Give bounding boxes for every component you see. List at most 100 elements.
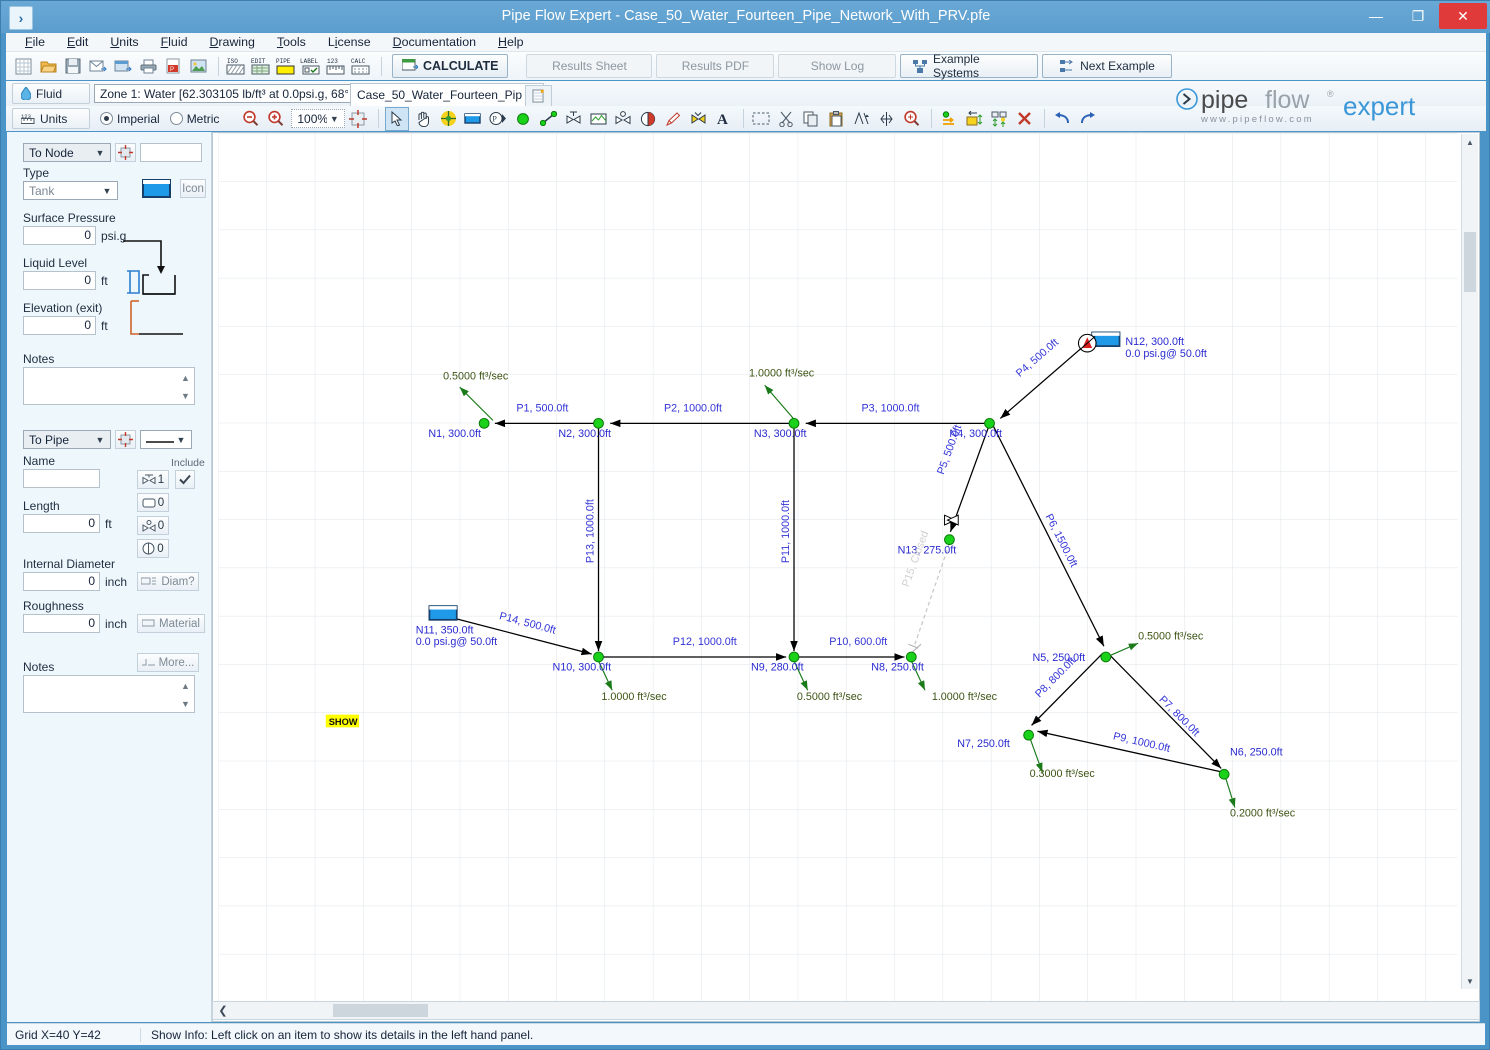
tank-tool-icon[interactable] xyxy=(462,108,484,130)
node-tool-icon[interactable] xyxy=(512,108,534,130)
new-file-icon[interactable] xyxy=(12,55,34,77)
pipe-controlvalve-count[interactable]: 0 xyxy=(137,516,169,535)
zoom-selection-icon[interactable] xyxy=(900,108,922,130)
export-icon[interactable] xyxy=(112,55,134,77)
text-tool-icon[interactable]: A xyxy=(712,108,734,130)
distribute-icon[interactable] xyxy=(988,108,1010,130)
prv-tool-icon[interactable]: P xyxy=(487,108,509,130)
scroll-up-icon[interactable]: ▲ xyxy=(1462,134,1478,150)
edit-grid-icon[interactable]: EDIT xyxy=(250,55,272,77)
menu-item-tools[interactable]: Tools xyxy=(266,35,317,49)
network-diagram[interactable]: N1, 300.0ft N2, 300.0ft N3, 300.0ft N4, … xyxy=(213,133,1463,1003)
select-tool-icon[interactable] xyxy=(385,106,410,131)
insert-node-icon[interactable] xyxy=(938,108,960,130)
component-tool-icon[interactable] xyxy=(587,108,609,130)
results-pdf-button[interactable]: Results PDF xyxy=(656,54,775,78)
numbers-icon[interactable]: 123 xyxy=(325,55,347,77)
delete-icon[interactable] xyxy=(1013,108,1035,130)
node-name-input[interactable] xyxy=(140,143,202,162)
valve-tool-icon[interactable] xyxy=(562,108,584,130)
imperial-radio[interactable]: Imperial xyxy=(100,112,160,126)
flip-horizontal-icon[interactable] xyxy=(850,108,872,130)
horizontal-scroll-thumb[interactable] xyxy=(333,1004,428,1017)
pen-tool-icon[interactable] xyxy=(662,108,684,130)
open-folder-icon[interactable] xyxy=(37,55,59,77)
rotate-icon[interactable] xyxy=(875,108,897,130)
maximize-button[interactable]: ❐ xyxy=(1397,3,1439,29)
chevron-up-icon[interactable]: ▲ xyxy=(178,369,193,387)
align-nodes-icon[interactable] xyxy=(963,108,985,130)
elevation-input[interactable]: 0 xyxy=(23,316,96,335)
minimize-button[interactable]: — xyxy=(1355,3,1397,29)
scroll-down-icon[interactable]: ▼ xyxy=(1462,973,1478,989)
pipe-material-button[interactable]: Material xyxy=(137,614,205,633)
drawing-canvas[interactable]: N1, 300.0ft N2, 300.0ft N3, 300.0ft N4, … xyxy=(212,132,1480,1022)
node-type-select[interactable]: Tank ▼ xyxy=(23,181,118,200)
close-button[interactable]: ✕ xyxy=(1439,3,1487,29)
prv-symbol[interactable] xyxy=(1077,333,1097,353)
menu-item-drawing[interactable]: Drawing xyxy=(198,35,265,49)
metric-radio[interactable]: Metric xyxy=(169,112,219,126)
pipe-linestyle-select[interactable]: ▼ xyxy=(140,430,192,449)
menu-item-license[interactable]: License xyxy=(317,35,382,49)
node-notes-scrollbar[interactable]: ▲ ▼ xyxy=(178,369,193,405)
scroll-left-icon[interactable]: ❮ xyxy=(216,1003,230,1018)
redo-icon[interactable] xyxy=(1076,108,1098,130)
include-checkbox[interactable] xyxy=(175,470,195,489)
menu-item-help[interactable]: Help xyxy=(487,35,535,49)
node-icon-button[interactable]: Icon xyxy=(180,179,206,198)
pipe-diameter-input[interactable]: 0 xyxy=(23,572,100,591)
calc-icon[interactable]: CALC xyxy=(350,55,372,77)
email-icon[interactable] xyxy=(87,55,109,77)
label-icon[interactable]: LABEL xyxy=(300,55,322,77)
print-icon[interactable] xyxy=(137,55,159,77)
menu-item-documentation[interactable]: Documentation xyxy=(382,35,487,49)
pipe-notes-scrollbar[interactable]: ▲ ▼ xyxy=(178,677,193,713)
highlight-tool-icon[interactable] xyxy=(687,108,709,130)
image-export-icon[interactable] xyxy=(187,55,209,77)
tab-case50[interactable]: Case_50_Water_Fourteen_Pip ✕ xyxy=(350,83,545,106)
results-sheet-button[interactable]: Results Sheet xyxy=(526,54,653,78)
pipe-more-button[interactable]: More... xyxy=(137,653,199,672)
node-notes-textarea[interactable]: ▲ ▼ xyxy=(23,367,195,405)
pipe-notes-textarea[interactable]: ▲ ▼ xyxy=(23,675,195,713)
pipe-diameter-picker-button[interactable]: Diam? xyxy=(137,572,199,591)
pump-tool-icon[interactable] xyxy=(637,108,659,130)
chevron-down-icon[interactable]: ▼ xyxy=(178,695,193,713)
canvas-vertical-scrollbar[interactable]: ▲ ▼ xyxy=(1461,134,1478,989)
calculate-button[interactable]: CALCULATE xyxy=(392,54,509,78)
menu-item-units[interactable]: Units xyxy=(99,35,149,49)
to-node-select[interactable]: To Node ▼ xyxy=(23,143,111,162)
zoom-in-icon[interactable] xyxy=(264,108,286,130)
pipe-locate-button[interactable] xyxy=(115,430,136,449)
node-locate-button[interactable] xyxy=(115,143,136,162)
menu-item-file[interactable]: File xyxy=(14,35,56,49)
vertical-scroll-thumb[interactable] xyxy=(1464,232,1476,292)
to-pipe-select[interactable]: To Pipe ▼ xyxy=(23,430,111,449)
pan-tool-icon[interactable] xyxy=(412,108,434,130)
control-valve-tool-icon[interactable] xyxy=(612,108,634,130)
cut-icon[interactable] xyxy=(775,108,797,130)
menu-item-fluid[interactable]: Fluid xyxy=(150,35,199,49)
liquid-level-input[interactable]: 0 xyxy=(23,271,96,290)
zoom-level-select[interactable]: 100% ▼ xyxy=(291,109,346,128)
pipe-name-input[interactable] xyxy=(23,469,100,488)
marquee-select-icon[interactable] xyxy=(750,108,772,130)
example-systems-button[interactable]: Example Systems xyxy=(900,52,1039,80)
surface-pressure-input[interactable]: 0 xyxy=(23,226,96,245)
next-example-button[interactable]: Next Example xyxy=(1042,54,1173,78)
iso-view-icon[interactable]: ISO xyxy=(225,55,247,77)
menu-item-edit[interactable]: Edit xyxy=(56,35,99,49)
save-icon[interactable] xyxy=(62,55,84,77)
chevron-up-icon[interactable]: ▲ xyxy=(178,677,193,695)
pipe-length-input[interactable]: 0 xyxy=(23,514,100,533)
pipe-fitting-count[interactable]: 0 xyxy=(137,493,169,512)
pipe-color-icon[interactable]: PIPE xyxy=(275,55,297,77)
undo-icon[interactable] xyxy=(1051,108,1073,130)
show-badge[interactable]: SHOW xyxy=(325,714,360,728)
copy-icon[interactable] xyxy=(800,108,822,130)
pipe-tool-icon[interactable] xyxy=(537,108,559,130)
new-tab-button[interactable] xyxy=(525,85,552,107)
show-log-button[interactable]: Show Log xyxy=(778,54,897,78)
zoom-fit-icon[interactable] xyxy=(347,108,369,130)
